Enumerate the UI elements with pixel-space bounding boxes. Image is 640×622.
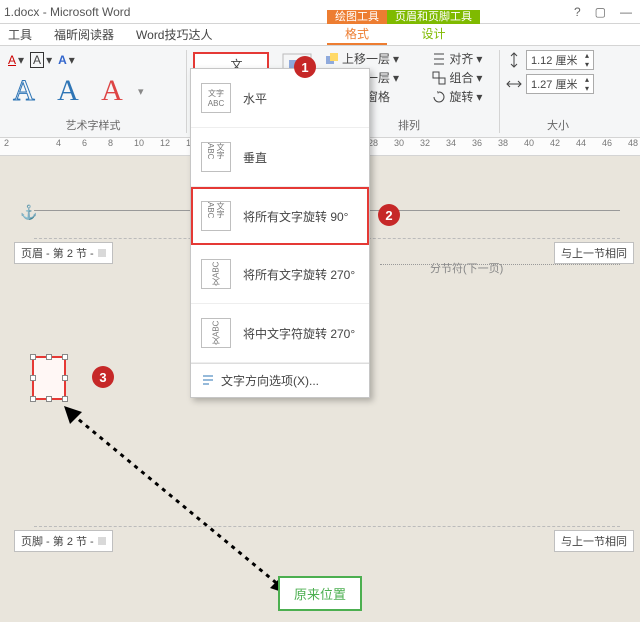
- width-icon: [506, 76, 522, 92]
- context-tab-drawing[interactable]: 绘图工具 格式: [327, 10, 387, 45]
- context-header-drawing: 绘图工具: [327, 10, 387, 24]
- tab-wordtech[interactable]: Word技巧达人: [134, 24, 214, 45]
- dd-rotate-270[interactable]: 文ABC 将所有文字旋转 270°: [191, 245, 369, 304]
- minimize-icon[interactable]: —: [620, 5, 632, 19]
- same-as-previous-footer: 与上一节相同: [554, 530, 634, 552]
- group-size: 1.12 厘米▴▾ 1.27 厘米▴▾ 大小: [500, 46, 616, 137]
- wordart-style-3[interactable]: A: [94, 74, 130, 108]
- text-direction-options-icon: [201, 374, 215, 388]
- height-icon: [506, 52, 522, 68]
- group-label-wordart: 艺术字样式: [6, 117, 180, 135]
- group-wordart-styles: A ▾ A ▾ A ▾ A A A ▾ 艺术字样式: [0, 46, 186, 137]
- rotate-button[interactable]: 旋转 ▾: [432, 88, 493, 105]
- dd-cjk-270[interactable]: 文ABC 将中文字符旋转 270°: [191, 304, 369, 363]
- text-outline-button[interactable]: A ▾: [28, 50, 54, 70]
- text-effects-button[interactable]: A ▾: [56, 50, 77, 70]
- wordart-style-2[interactable]: A: [50, 74, 86, 108]
- header-section-label: 页眉 - 第 2 节 -: [14, 242, 113, 264]
- group-label-size: 大小: [506, 117, 610, 135]
- text-fill-button[interactable]: A ▾: [6, 50, 26, 70]
- wordart-style-1[interactable]: A: [6, 74, 42, 108]
- anchor-icon: ⚓: [20, 204, 37, 221]
- dd-options[interactable]: 文字方向选项(X)...: [191, 363, 369, 397]
- bring-forward-button[interactable]: 上移一层 ▾: [325, 50, 410, 67]
- width-input[interactable]: 1.27 厘米▴▾: [526, 74, 594, 94]
- context-sub-format[interactable]: 格式: [327, 24, 387, 45]
- ribbon-tab-row: 工具 福昕阅读器 Word技巧达人 绘图工具 格式 页眉和页脚工具 设计: [0, 24, 640, 46]
- dd-rotate-90[interactable]: 文字ABC 将所有文字旋转 90°: [191, 187, 369, 245]
- callout-1: 1: [294, 56, 316, 78]
- tab-tool[interactable]: 工具: [6, 24, 34, 45]
- group-button[interactable]: 组合 ▾: [432, 69, 493, 86]
- section-break-label: 分节符(下一页): [430, 260, 503, 276]
- gallery-more-icon[interactable]: ▾: [138, 85, 144, 98]
- callout-3: 3: [92, 366, 114, 388]
- same-as-previous-header: 与上一节相同: [554, 242, 634, 264]
- tab-foxit[interactable]: 福昕阅读器: [52, 24, 116, 45]
- selected-textbox[interactable]: [32, 356, 66, 400]
- original-position-label: 原来位置: [278, 576, 362, 611]
- context-header-hf: 页眉和页脚工具: [387, 10, 480, 24]
- context-sub-design[interactable]: 设计: [387, 24, 480, 43]
- window-title: 1.docx - Microsoft Word: [4, 5, 130, 19]
- dd-horizontal[interactable]: 文字ABC 水平: [191, 69, 369, 128]
- dd-vertical[interactable]: 文字ABC 垂直: [191, 128, 369, 187]
- text-direction-dropdown: 文字ABC 水平 文字ABC 垂直 文字ABC 将所有文字旋转 90° 文ABC…: [190, 68, 370, 398]
- dashed-arrow: [60, 402, 300, 602]
- title-bar: 1.docx - Microsoft Word ? ▢ —: [0, 0, 640, 24]
- window-controls: ? ▢ —: [574, 5, 636, 19]
- align-button[interactable]: 对齐 ▾: [432, 50, 493, 67]
- context-tab-headerfooter[interactable]: 页眉和页脚工具 设计: [387, 10, 480, 45]
- height-input[interactable]: 1.12 厘米▴▾: [526, 50, 594, 70]
- help-icon[interactable]: ?: [574, 5, 581, 19]
- ribbon-collapse-icon[interactable]: ▢: [595, 5, 606, 19]
- callout-2: 2: [378, 204, 400, 226]
